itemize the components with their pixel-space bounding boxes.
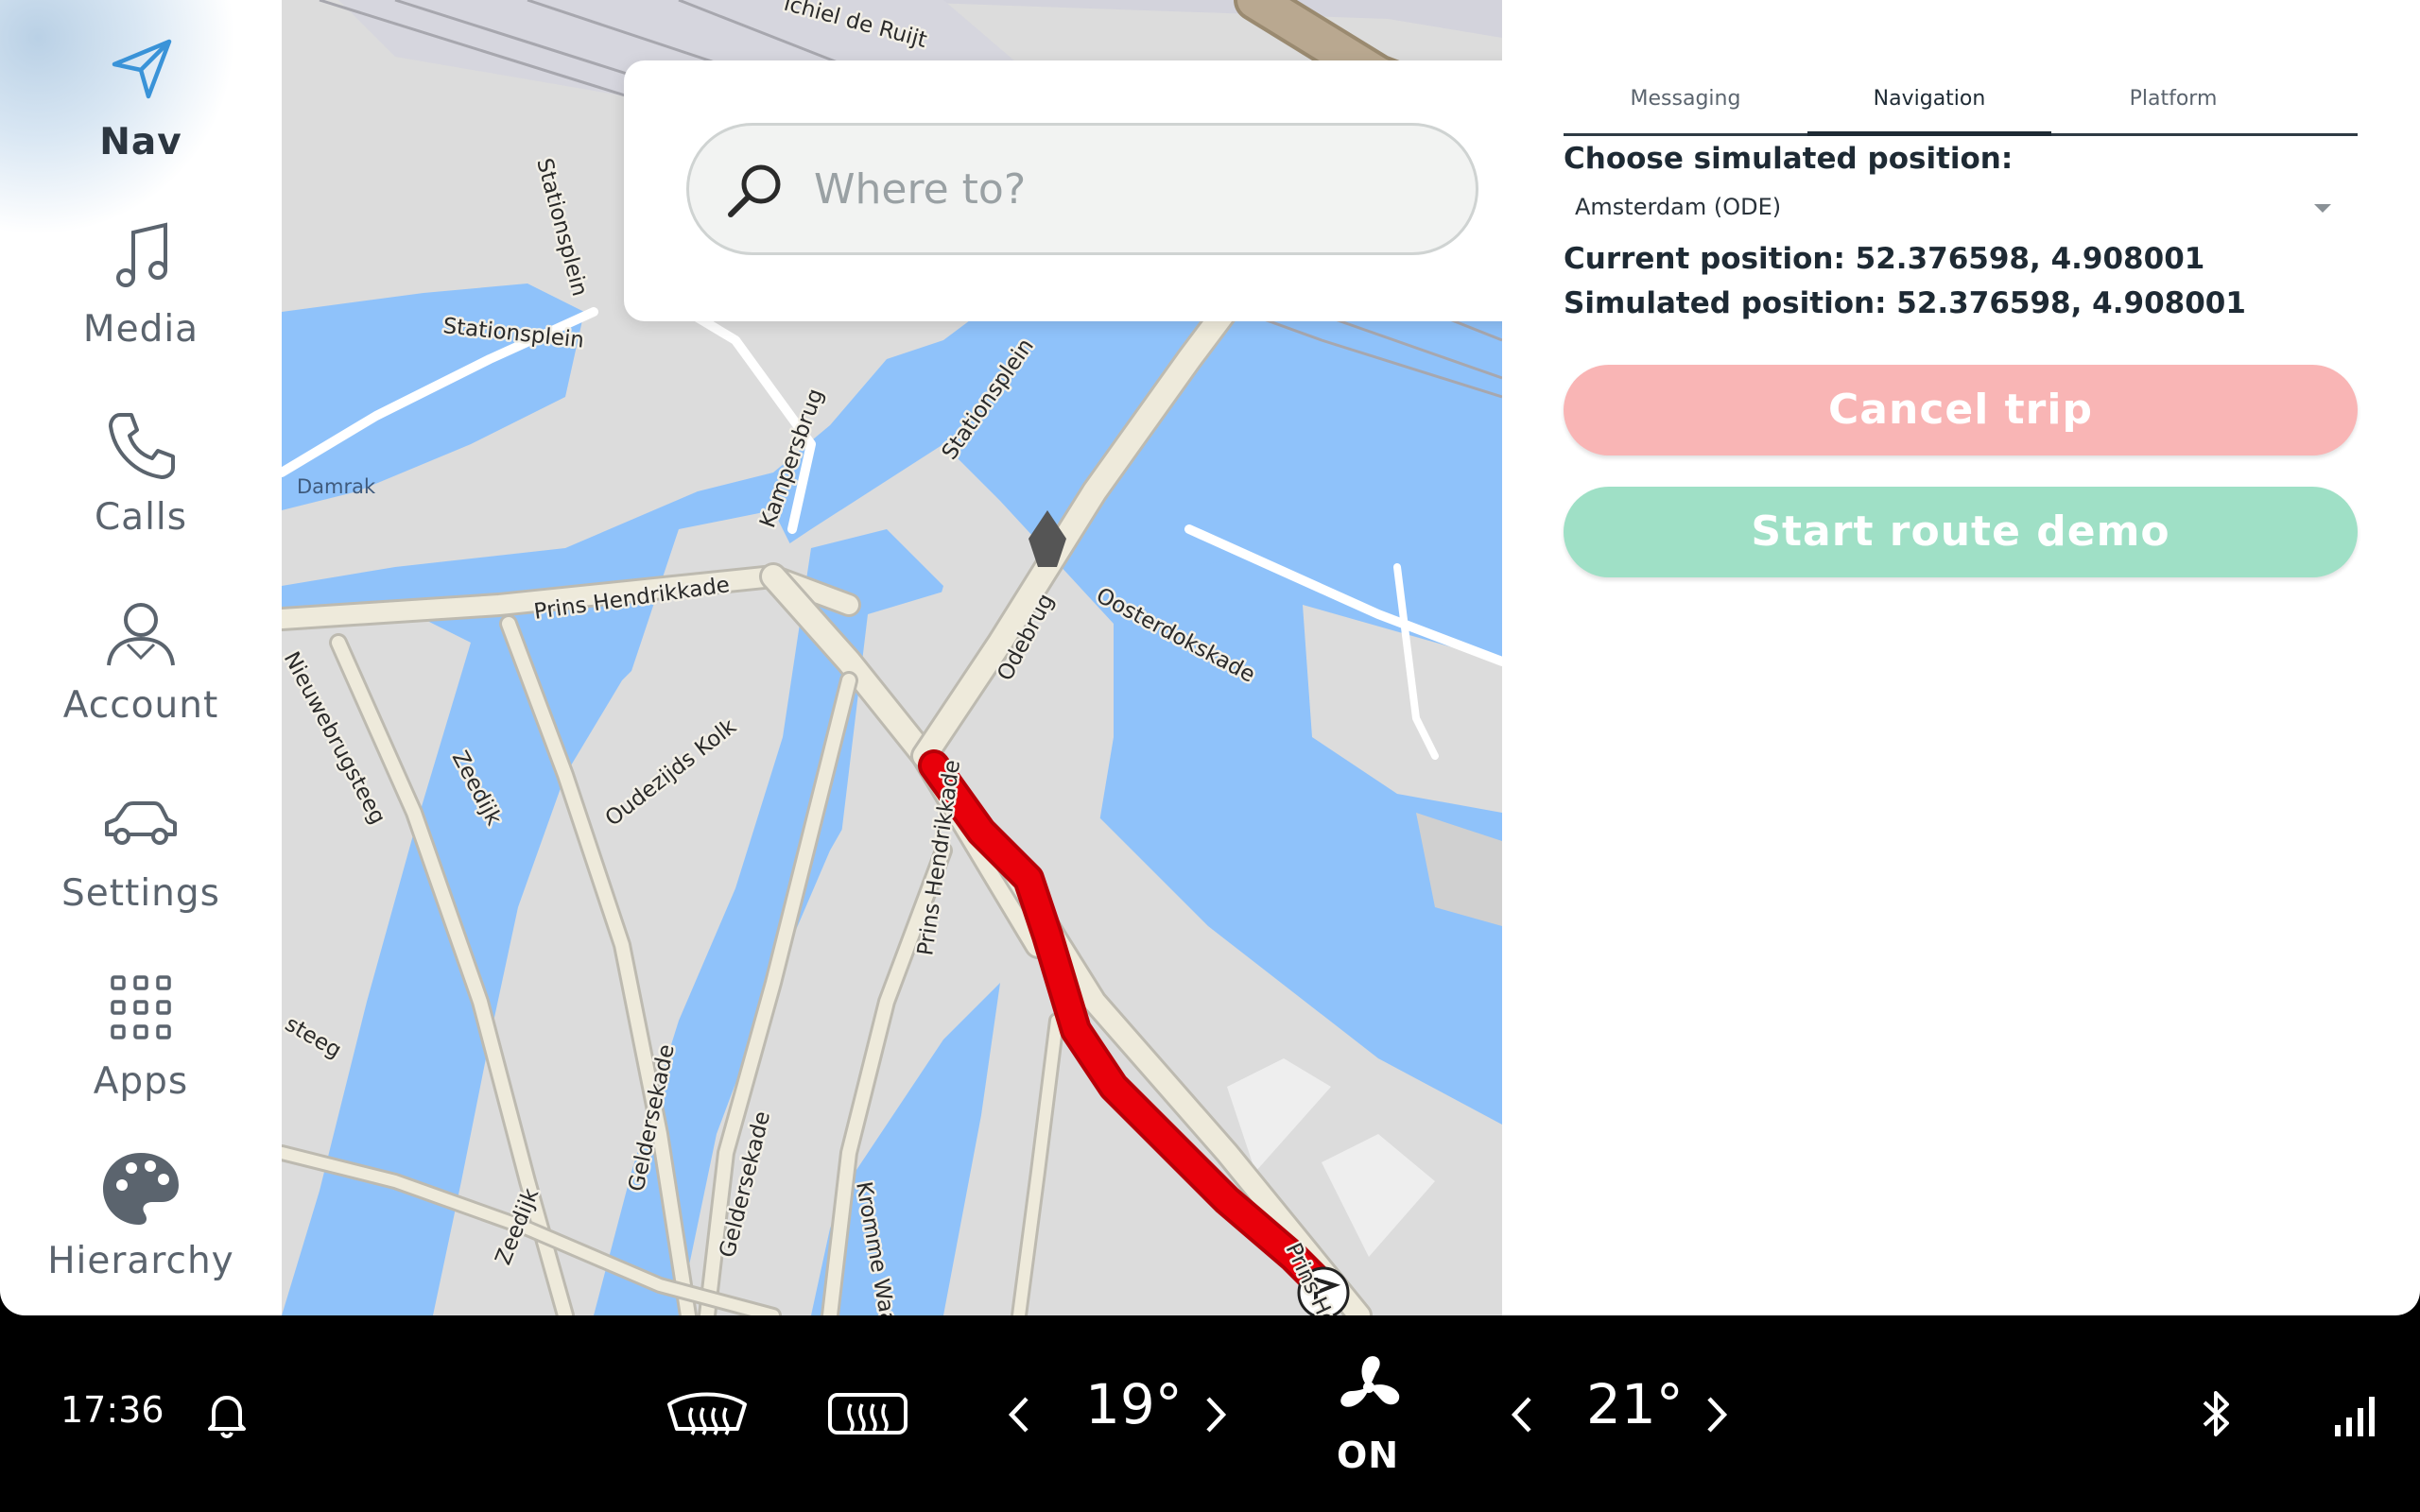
system-status-bar: 17:36 19° ON 21° [0, 1315, 2420, 1512]
search-input[interactable] [814, 148, 1438, 230]
bell-icon[interactable] [200, 1387, 253, 1440]
chevron-left-icon[interactable] [1503, 1393, 1541, 1436]
rail-item-account[interactable]: Account [0, 592, 282, 771]
rail-item-apps[interactable]: Apps [0, 968, 282, 1147]
map-label: Damrak [297, 475, 376, 498]
rail-item-calls[interactable]: Calls [0, 404, 282, 583]
rail-item-settings[interactable]: Settings [0, 780, 282, 959]
app-grid-icon [111, 975, 171, 1040]
chevron-right-icon[interactable] [1197, 1393, 1235, 1436]
simulated-position-text: Simulated position: 52.376598, 4.908001 [1564, 286, 2246, 320]
dropdown-caret-icon [2314, 204, 2331, 213]
rear-defrost-icon[interactable] [662, 1382, 752, 1448]
chevron-right-icon[interactable] [1698, 1393, 1736, 1436]
rail-item-label: Settings [61, 872, 220, 915]
person-icon [107, 603, 175, 666]
tab-platform[interactable]: Platform [2051, 66, 2295, 133]
rail-item-label: Hierarchy [47, 1240, 234, 1282]
fan-status: ON [1337, 1435, 1400, 1476]
bluetooth-icon[interactable] [2195, 1387, 2238, 1440]
start-route-demo-button[interactable]: Start route demo [1564, 487, 2358, 577]
phone-icon [109, 413, 175, 479]
fan-icon[interactable] [1331, 1349, 1407, 1425]
search-box[interactable] [686, 123, 1478, 255]
signal-icon [2335, 1397, 2375, 1436]
debug-panel: Messaging Navigation Platform Choose sim… [1502, 0, 2420, 1315]
rail-item-hierarchy[interactable]: Hierarchy [0, 1147, 282, 1315]
chevron-left-icon[interactable] [1000, 1393, 1038, 1436]
palette-icon [103, 1153, 179, 1225]
rail-item-label: Nav [99, 121, 182, 163]
position-dropdown-value: Amsterdam (ODE) [1575, 194, 1782, 220]
right-temperature: 21° [1586, 1372, 1684, 1436]
clock: 17:36 [60, 1389, 164, 1431]
map-view[interactable]: Stationsplein Stationsplein Stationsplei… [282, 0, 1502, 1315]
position-dropdown[interactable]: Amsterdam (ODE) [1564, 187, 2358, 227]
rail-item-nav[interactable]: Nav [0, 28, 282, 208]
cancel-trip-button[interactable]: Cancel trip [1564, 365, 2358, 455]
rail-item-media[interactable]: Media [0, 215, 282, 395]
rail-item-label: Apps [93, 1060, 189, 1103]
left-temperature: 19° [1085, 1372, 1183, 1436]
choose-position-label: Choose simulated position: [1564, 142, 2014, 176]
search-card [624, 60, 1502, 321]
side-navigation-rail: Nav Media Calls Account Settings Apps Hi… [0, 0, 282, 1315]
current-position-text: Current position: 52.376598, 4.908001 [1564, 242, 2205, 276]
front-defrost-icon[interactable] [822, 1382, 913, 1448]
music-note-icon [116, 222, 167, 287]
rail-item-label: Calls [94, 496, 188, 539]
search-icon [728, 164, 781, 217]
tab-navigation[interactable]: Navigation [1807, 66, 2051, 136]
tab-messaging[interactable]: Messaging [1564, 66, 1807, 133]
rail-item-label: Media [82, 308, 199, 351]
rail-item-label: Account [62, 684, 219, 727]
car-icon [105, 801, 177, 845]
navigation-arrow-icon [112, 39, 172, 99]
tab-bar: Messaging Navigation Platform [1564, 66, 2358, 136]
